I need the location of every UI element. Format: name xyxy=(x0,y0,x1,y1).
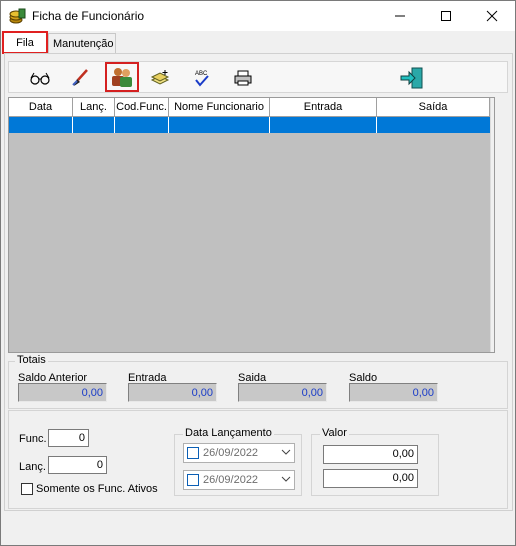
entrada-total-field: 0,00 xyxy=(128,383,217,402)
column-header-cod-func[interactable]: Cod.Func. xyxy=(115,98,169,117)
func-input[interactable]: 0 xyxy=(48,429,89,447)
add-record-button[interactable] xyxy=(145,64,175,92)
date-from-checkbox[interactable] xyxy=(187,447,199,459)
exit-door-icon xyxy=(400,67,423,89)
chevron-down-icon[interactable] xyxy=(281,473,291,488)
saldo-total-field: 0,00 xyxy=(349,383,438,402)
vertical-scrollbar[interactable]: ▲ ▼ xyxy=(490,98,495,352)
main-window: Ficha de Funcionário Fila Manutenção ABC… xyxy=(0,0,516,546)
users-icon xyxy=(112,68,132,87)
minimize-button[interactable] xyxy=(377,1,423,31)
saida-total-field: 0,00 xyxy=(238,383,327,402)
date-to-picker[interactable]: 26/09/2022 xyxy=(183,470,295,490)
date-from-value: 26/09/2022 xyxy=(203,447,259,459)
minimize-icon xyxy=(395,15,405,17)
edit-button[interactable] xyxy=(66,64,96,92)
column-header-entrada[interactable]: Entrada xyxy=(270,98,377,117)
column-header-data[interactable]: Data xyxy=(9,98,73,117)
maximize-button[interactable] xyxy=(423,1,469,31)
close-icon xyxy=(486,10,498,22)
maximize-icon xyxy=(441,11,451,21)
toolbar: ABC xyxy=(8,61,508,93)
somente-ativos-checkbox[interactable] xyxy=(21,483,33,495)
add-record-icon xyxy=(150,70,170,85)
cell-lanc xyxy=(73,117,115,133)
chevron-down-icon[interactable] xyxy=(281,446,291,461)
window-title: Ficha de Funcionário xyxy=(32,9,145,23)
cell-entrada xyxy=(270,117,377,133)
close-button[interactable] xyxy=(469,1,515,31)
view-button[interactable] xyxy=(25,64,55,92)
valor-to-input[interactable]: 0,00 xyxy=(323,469,418,488)
grid-header: Data Lanç. Cod.Func. Nome Funcionario En… xyxy=(9,98,494,117)
spellcheck-button[interactable]: ABC xyxy=(187,64,217,92)
column-header-nome[interactable]: Nome Funcionario xyxy=(169,98,270,117)
tab-strip: Fila Manutenção xyxy=(1,31,515,54)
column-header-saida[interactable]: Saída xyxy=(377,98,490,117)
valor-from-input[interactable]: 0,00 xyxy=(323,445,418,464)
scroll-down-icon[interactable]: ▼ xyxy=(491,335,495,351)
somente-ativos-label[interactable]: Somente os Func. Ativos xyxy=(36,483,158,495)
tab-fila[interactable]: Fila xyxy=(2,31,48,54)
totais-legend: Totais xyxy=(15,354,48,366)
app-coins-icon xyxy=(9,8,26,24)
date-to-checkbox[interactable] xyxy=(187,474,199,486)
tab-manutencao-label: Manutenção xyxy=(53,37,114,50)
print-button[interactable] xyxy=(228,64,258,92)
lanc-input[interactable]: 0 xyxy=(48,456,107,474)
spellcheck-icon: ABC xyxy=(195,71,209,87)
brush-icon xyxy=(72,69,88,86)
saldo-anterior-field: 0,00 xyxy=(18,383,107,402)
scroll-up-icon[interactable]: ▲ xyxy=(491,99,495,115)
valor-legend: Valor xyxy=(320,427,349,439)
date-to-value: 26/09/2022 xyxy=(203,474,259,486)
tab-manutencao[interactable]: Manutenção xyxy=(48,33,116,53)
glasses-icon xyxy=(30,72,50,85)
date-from-picker[interactable]: 26/09/2022 xyxy=(183,443,295,463)
func-label: Func. xyxy=(19,433,47,445)
cell-data xyxy=(9,117,73,133)
data-lancamento-legend: Data Lançamento xyxy=(183,427,274,439)
title-bar: Ficha de Funcionário xyxy=(1,1,515,31)
users-button[interactable] xyxy=(105,62,139,92)
records-grid[interactable]: Data Lanç. Cod.Func. Nome Funcionario En… xyxy=(8,97,495,353)
printer-icon xyxy=(234,70,252,86)
cell-nome xyxy=(169,117,270,133)
cell-saida xyxy=(377,117,490,133)
exit-button[interactable] xyxy=(397,64,427,92)
tab-fila-label: Fila xyxy=(16,36,34,49)
column-header-lanc[interactable]: Lanç. xyxy=(73,98,115,117)
table-row[interactable] xyxy=(9,117,490,133)
svg-text:ABC: ABC xyxy=(195,71,208,77)
lanc-label: Lanç. xyxy=(19,461,46,473)
cell-cod-func xyxy=(115,117,169,133)
